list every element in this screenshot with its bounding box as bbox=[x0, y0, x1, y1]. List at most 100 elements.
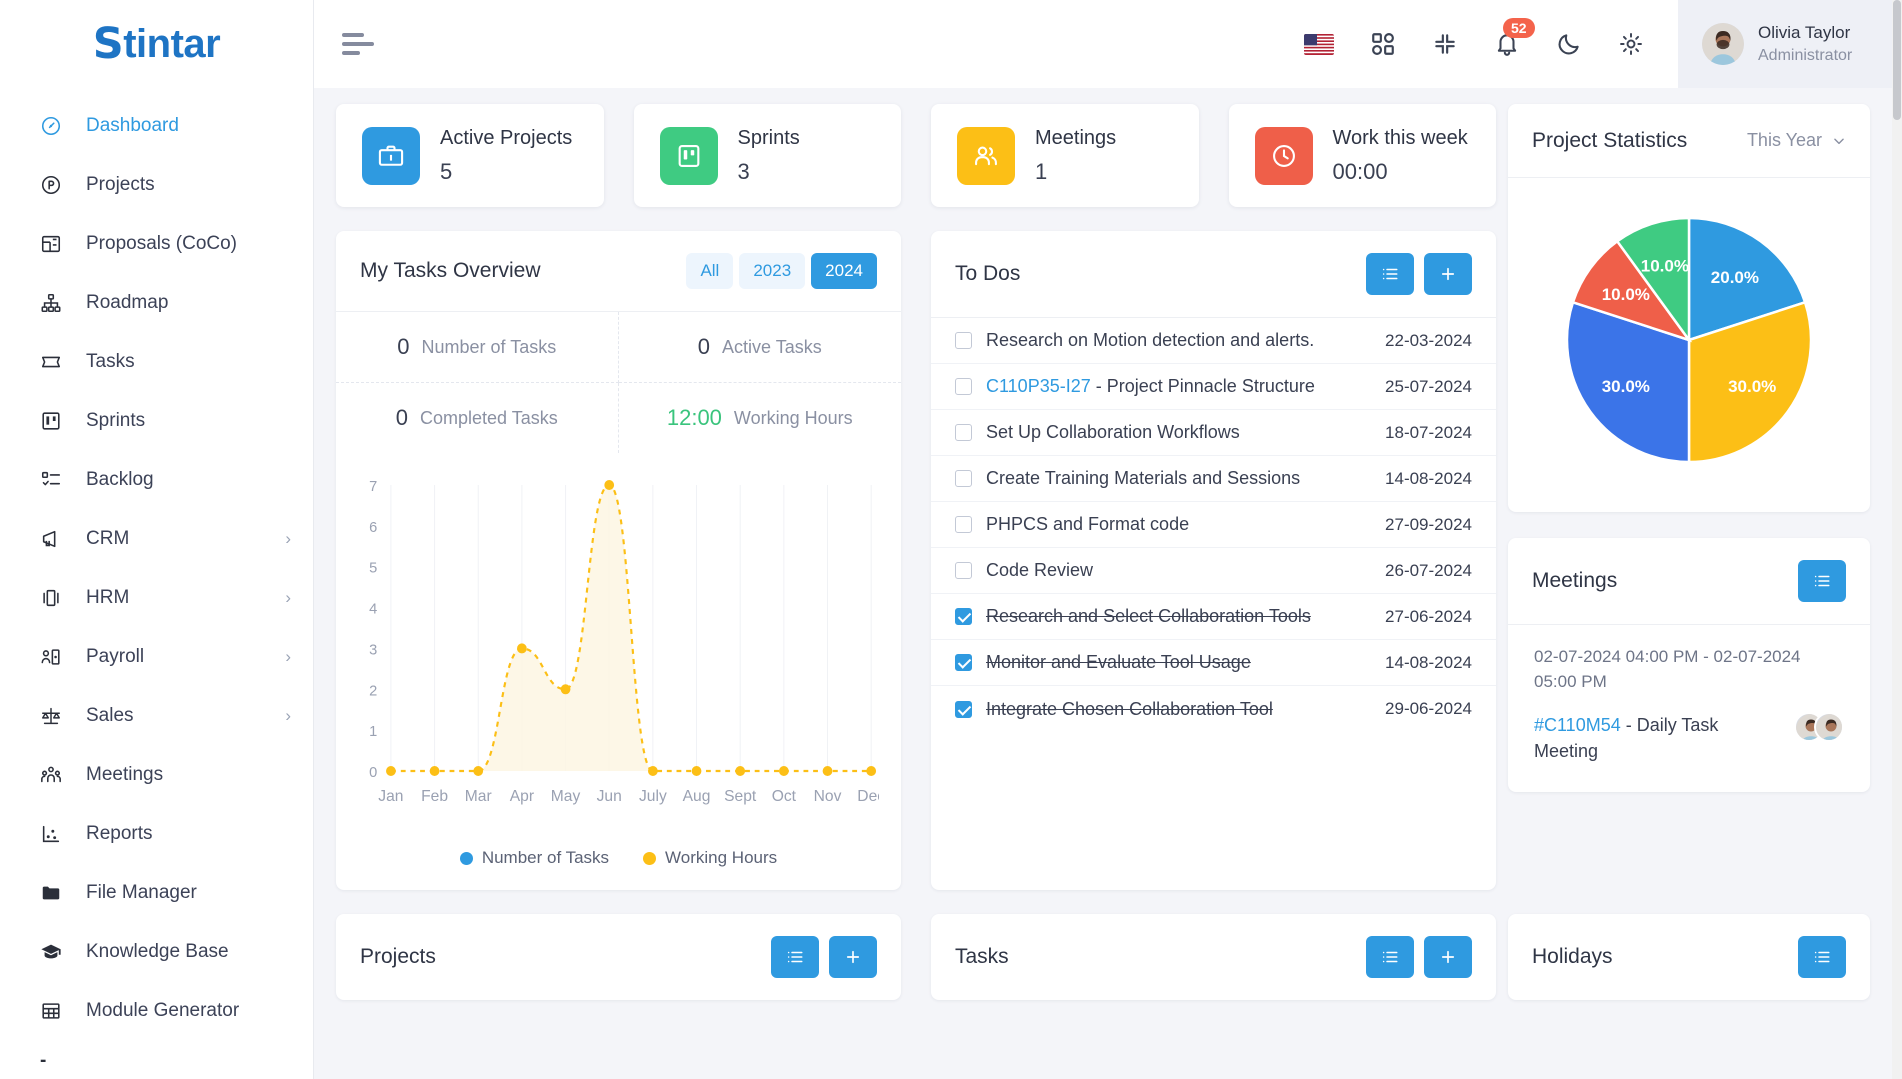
main-region: 52 Olivia Taylor Administrator Active Pr… bbox=[314, 0, 1892, 1079]
todo-checkbox[interactable] bbox=[955, 608, 972, 625]
stat-value: 00:00 bbox=[1332, 159, 1388, 184]
sidebar-item-module-generator[interactable]: Module Generator bbox=[0, 981, 313, 1040]
todo-row[interactable]: PHPCS and Format code 27-09-2024 bbox=[931, 502, 1496, 548]
todo-row[interactable]: Research on Motion detection and alerts.… bbox=[931, 318, 1496, 364]
todo-date: 18-07-2024 bbox=[1385, 422, 1472, 442]
bottom-left: Projects Tasks bbox=[336, 914, 1508, 1000]
sidebar-item-sprints[interactable]: Sprints bbox=[0, 391, 313, 450]
sidebar-item-projects[interactable]: Projects bbox=[0, 155, 313, 214]
topbar-right: 52 Olivia Taylor Administrator bbox=[1304, 0, 1892, 88]
todo-row[interactable]: C110P35-I27 - Project Pinnacle Structure… bbox=[931, 364, 1496, 410]
tasks-add-button[interactable] bbox=[1424, 936, 1472, 978]
avatar bbox=[1702, 23, 1744, 65]
project-statistics-header: Project Statistics This Year bbox=[1508, 104, 1870, 178]
profile-menu[interactable]: Olivia Taylor Administrator bbox=[1678, 0, 1892, 88]
sidebar-item-payroll[interactable]: Payroll › bbox=[0, 627, 313, 686]
svg-text:Mar: Mar bbox=[465, 788, 492, 805]
sidebar-item-tasks[interactable]: Tasks bbox=[0, 332, 313, 391]
sidebar-item-knowledge-base[interactable]: Knowledge Base bbox=[0, 922, 313, 981]
tasks-card: Tasks bbox=[931, 914, 1496, 1000]
sidebar-item-hrm[interactable]: HRM › bbox=[0, 568, 313, 627]
project-statistics-card: Project Statistics This Year 20.0% 30.0% 3… bbox=[1508, 104, 1870, 512]
ticket-icon bbox=[40, 351, 70, 373]
gear-icon[interactable] bbox=[1618, 31, 1644, 57]
stat-label: Active Tasks bbox=[722, 336, 822, 357]
tasks-list-button[interactable] bbox=[1366, 936, 1414, 978]
sidebar-item-crm[interactable]: CRM › bbox=[0, 509, 313, 568]
todo-row[interactable]: Create Training Materials and Sessions 14… bbox=[931, 456, 1496, 502]
todo-checkbox[interactable] bbox=[955, 700, 972, 718]
stat-card-active-projects[interactable]: Active Projects 5 bbox=[336, 104, 604, 207]
legend-label: Number of Tasks bbox=[481, 848, 610, 867]
todo-date: 27-09-2024 bbox=[1385, 514, 1472, 534]
todo-checkbox[interactable] bbox=[955, 332, 972, 349]
compress-icon[interactable] bbox=[1432, 31, 1458, 57]
todo-row[interactable]: Set Up Collaboration Workflows 18-07-2024 bbox=[931, 410, 1496, 456]
todo-date: 14-08-2024 bbox=[1385, 652, 1472, 672]
chevron-down-icon bbox=[1834, 138, 1844, 144]
chart-legend: Number of Tasks Working Hours bbox=[336, 838, 901, 890]
sitemap-icon bbox=[40, 292, 70, 314]
todo-checkbox[interactable] bbox=[955, 424, 972, 441]
sidebar-item-reports[interactable]: Reports bbox=[0, 804, 313, 863]
legend-item-working-hours[interactable]: Working Hours bbox=[643, 848, 777, 868]
list-icon bbox=[787, 951, 803, 963]
sidebar-nav: Dashboard Projects Proposals (CoCo) Road… bbox=[0, 88, 313, 1079]
filter-2024[interactable]: 2024 bbox=[811, 253, 877, 289]
sidebar-item-proposals[interactable]: Proposals (CoCo) bbox=[0, 214, 313, 273]
tasks-actions bbox=[1366, 936, 1472, 978]
sidebar-item-backlog[interactable]: Backlog bbox=[0, 450, 313, 509]
todos-add-button[interactable] bbox=[1424, 253, 1472, 295]
brand-logo[interactable]: Stintar bbox=[0, 0, 313, 88]
holidays-list-button[interactable] bbox=[1798, 936, 1846, 978]
chevron-right-icon: › bbox=[285, 706, 291, 725]
middle-row: My Tasks Overview All 2023 2024 0 Number… bbox=[336, 231, 1496, 890]
todo-checkbox[interactable] bbox=[955, 378, 972, 395]
todo-row[interactable]: Integrate Chosen Collaboration Tool 29-06… bbox=[931, 686, 1496, 732]
moon-icon[interactable] bbox=[1556, 31, 1582, 57]
todo-row[interactable]: Monitor and Evaluate Tool Usage 14-08-202… bbox=[931, 640, 1496, 686]
legend-item-number-of-tasks[interactable]: Number of Tasks bbox=[459, 848, 610, 868]
us-flag-icon[interactable] bbox=[1304, 33, 1334, 55]
filter-2023[interactable]: 2023 bbox=[739, 253, 806, 289]
todo-row[interactable]: Code Review 26-07-2024 bbox=[931, 548, 1496, 594]
todo-code[interactable]: C110P35-I27 bbox=[986, 376, 1091, 396]
todos-actions bbox=[1366, 253, 1472, 295]
todo-checkbox[interactable] bbox=[955, 516, 972, 533]
todo-label: Monitor and Evaluate Tool Usage bbox=[986, 652, 1251, 672]
sidebar-item-sales[interactable]: Sales › bbox=[0, 686, 313, 745]
graduation-cap-icon bbox=[40, 941, 70, 963]
hamburger-icon[interactable] bbox=[342, 32, 376, 56]
todo-checkbox[interactable] bbox=[955, 562, 972, 579]
page-scrollbar[interactable] bbox=[1892, 0, 1902, 1079]
legend-label: Working Hours bbox=[665, 848, 778, 867]
sidebar-item-file-manager[interactable]: File Manager bbox=[0, 863, 313, 922]
projects-list-button[interactable] bbox=[771, 936, 819, 978]
svg-text:Oct: Oct bbox=[772, 788, 797, 805]
todo-checkbox[interactable] bbox=[955, 470, 972, 487]
meetings-list-button[interactable] bbox=[1798, 560, 1846, 602]
scrollbar-thumb[interactable] bbox=[1893, 0, 1901, 120]
topbar: 52 Olivia Taylor Administrator bbox=[314, 0, 1892, 88]
stat-card-work-this-week[interactable]: Work this week 00:00 bbox=[1228, 104, 1496, 207]
stat-card-sprints[interactable]: Sprints 3 bbox=[633, 104, 901, 207]
sidebar-item-dashboard[interactable]: Dashboard bbox=[0, 96, 313, 155]
sidebar-item-meetings[interactable]: Meetings bbox=[0, 745, 313, 804]
meeting-attendees bbox=[1794, 712, 1844, 743]
todos-list-button[interactable] bbox=[1366, 253, 1414, 295]
todo-checkbox[interactable] bbox=[955, 654, 972, 671]
todo-row[interactable]: Research and Select Collaboration Tools 2… bbox=[931, 594, 1496, 640]
project-statistics-range-select[interactable]: This Year bbox=[1747, 130, 1846, 151]
sidebar-item-roadmap[interactable]: Roadmap bbox=[0, 273, 313, 332]
grid-apps-icon[interactable] bbox=[1370, 31, 1396, 57]
projects-add-button[interactable] bbox=[829, 936, 877, 978]
stat-card-meetings[interactable]: Meetings 1 bbox=[931, 104, 1199, 207]
meetings-card: Meetings 02-07-2024 04:00 PM - 02-07-202… bbox=[1508, 538, 1870, 793]
todo-date: 29-06-2024 bbox=[1385, 699, 1472, 718]
dashboard-content: Active Projects 5 Sprints 3 Meetings 1 W… bbox=[314, 88, 1892, 1079]
holidays-actions bbox=[1798, 936, 1846, 978]
bell-icon[interactable]: 52 bbox=[1494, 18, 1535, 57]
filter-all[interactable]: All bbox=[686, 253, 734, 289]
meeting-entry[interactable]: #C110M54 - Daily Task Meeting bbox=[1534, 712, 1844, 764]
layout-icon bbox=[40, 233, 70, 255]
